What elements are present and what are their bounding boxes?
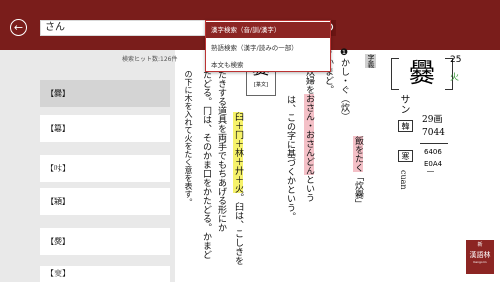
search-mode-dropdown: 漢字検索（音/訓/漢字） 熟語検索（漢字/読みの一部） 本文も検索 — [205, 20, 331, 72]
section-label: 字義 — [365, 54, 376, 68]
logo-main: 漢語林 — [469, 251, 491, 259]
pinyin: cuan — [399, 170, 408, 190]
bracket-left — [391, 58, 399, 90]
unicode-code: 6406 — [424, 148, 442, 156]
result-item[interactable]: 【爨】 — [40, 80, 170, 107]
result-item[interactable]: 【簒】 — [40, 115, 170, 142]
logo-sub: Kangorin — [473, 260, 487, 264]
body-column: 国炊婦をおさん・おさんどんという — [303, 60, 314, 202]
body-column: ❶かし・ぐ（炊） — [339, 48, 349, 121]
result-item[interactable]: 【㯋】 — [40, 188, 170, 215]
dropdown-item-fulltext-search[interactable]: 本文も検索 — [206, 57, 330, 73]
body-column: 飯をたく「炊爨」 — [353, 136, 363, 208]
logo-small: 新 — [477, 242, 483, 248]
body-column: たきする道具を両手でもちあげる形にか — [216, 70, 226, 232]
result-count: 検索ヒット数:126件 — [122, 56, 178, 63]
grade-number: 25 — [450, 55, 462, 65]
ref-box: 寒 — [398, 150, 413, 162]
divider — [420, 143, 448, 144]
body-column: 臼＋冂＋林＋廾＋火。臼は、こしきを — [233, 112, 243, 265]
body-column: は、この字に基づくかという。 — [285, 95, 295, 221]
dropdown-item-kanji-search[interactable]: 漢字検索（音/訓/漢字） — [206, 22, 330, 38]
result-item[interactable]: 【𢾶】 — [40, 266, 170, 282]
dash: ― — [427, 167, 434, 175]
dropdown-item-jukugo-search[interactable]: 熟語検索（漢字/読みの一部） — [206, 40, 330, 56]
radical-label: 火 — [450, 73, 460, 83]
search-input[interactable] — [45, 21, 205, 35]
body-column: たどる。冂は、そのかま口をかたどる。かまど — [201, 70, 211, 259]
body-column: の下に木を入れて火をたく意を表す。 — [184, 70, 193, 206]
jis-number: 7044 — [422, 128, 445, 138]
reading-label: サン — [398, 94, 409, 114]
back-arrow-icon[interactable]: ← — [10, 19, 27, 36]
kangorin-logo: 新 漢語林 Kangorin — [466, 240, 494, 274]
result-item[interactable]: 【㷗】 — [40, 228, 170, 255]
stroke-count: 29画 — [422, 115, 443, 125]
form-label: [篆文] — [254, 82, 268, 88]
result-item[interactable]: 【𠮼】 — [40, 155, 170, 182]
entry-kanji: 爨 — [408, 59, 435, 89]
ref-box: 韓 — [398, 120, 413, 132]
